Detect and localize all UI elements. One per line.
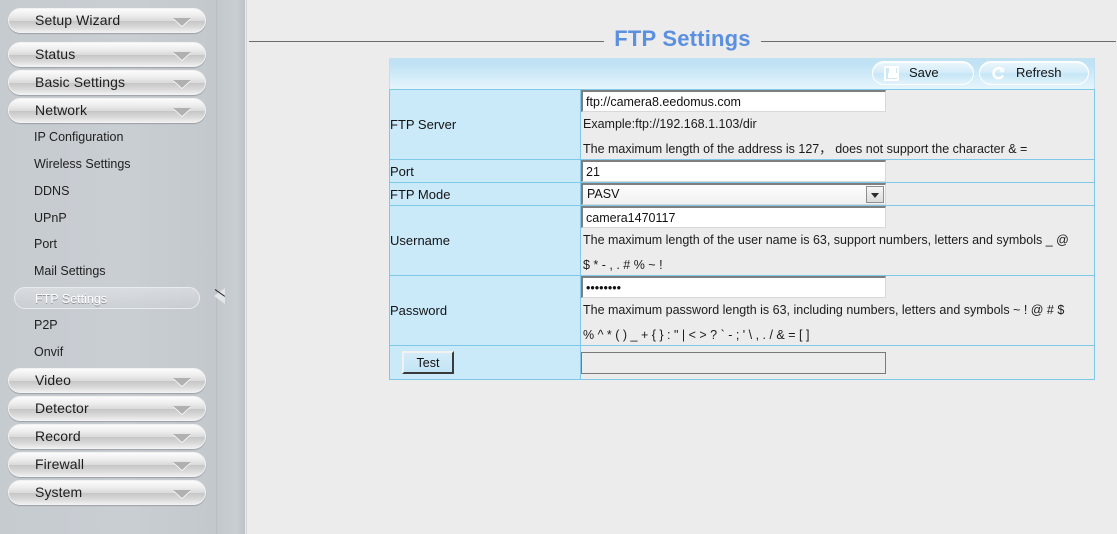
sidebar-item-label: P2P <box>34 318 58 332</box>
save-button-label: Save <box>909 65 939 80</box>
refresh-button-label: Refresh <box>1016 65 1062 80</box>
username-cell: The maximum length of the user name is 6… <box>580 205 1095 276</box>
password-label: Password <box>389 275 581 346</box>
refresh-button[interactable]: Refresh <box>979 61 1089 85</box>
sidebar-group-detector[interactable]: Detector <box>8 396 206 421</box>
ftp-server-hint-example: Example:ftp://192.168.1.103/dir <box>583 117 757 131</box>
port-input[interactable] <box>581 160 886 182</box>
ftp-mode-label: FTP Mode <box>389 182 581 206</box>
sidebar-item-p2p[interactable]: P2P <box>14 314 200 336</box>
save-button[interactable]: Save <box>872 61 974 85</box>
port-label: Port <box>389 159 581 183</box>
sidebar-group-label: System <box>35 484 83 500</box>
password-cell: The maximum password length is 63, inclu… <box>580 275 1095 346</box>
sidebar-item-label: DDNS <box>34 184 70 198</box>
table-row-test: Test <box>389 345 1095 380</box>
sidebar-item-label: Wireless Settings <box>34 157 131 171</box>
sidebar-group-status[interactable]: Status <box>8 42 206 67</box>
sidebar-item-label: Onvif <box>34 345 64 359</box>
ftp-mode-selected-value: PASV <box>587 187 620 201</box>
page-title-area: FTP Settings <box>247 26 1117 56</box>
username-hint-line2: $ * - , . # % ~ ! <box>583 258 663 272</box>
sidebar-item-upnp[interactable]: UPnP <box>14 207 200 229</box>
test-result-cell <box>580 345 1095 380</box>
sidebar-group-label: Status <box>35 46 76 62</box>
sidebar: Setup Wizard Status Basic Settings Netwo… <box>0 0 217 534</box>
ftp-settings-page: Setup Wizard Status Basic Settings Netwo… <box>0 0 1117 534</box>
sidebar-group-label: Record <box>35 428 81 444</box>
username-label: Username <box>389 205 581 276</box>
sidebar-item-ip-configuration[interactable]: IP Configuration <box>14 126 200 148</box>
floppy-disk-icon <box>884 66 899 81</box>
settings-panel: Save Refresh FTP Server ftp://camera8.ee… <box>389 58 1095 380</box>
sidebar-group-label: Setup Wizard <box>35 12 121 28</box>
refresh-arrow-icon <box>990 65 1007 82</box>
sidebar-item-port[interactable]: Port <box>14 233 200 255</box>
table-row-password: Password The maximum password length is … <box>389 275 1095 346</box>
username-input[interactable] <box>581 206 886 228</box>
table-row-port: Port <box>389 159 1095 183</box>
chevron-down-icon <box>173 490 191 498</box>
sidebar-group-label: Video <box>35 372 72 388</box>
sidebar-item-mail-settings[interactable]: Mail Settings <box>14 260 200 282</box>
chevron-down-icon <box>173 108 191 116</box>
test-cell: Test <box>389 345 581 380</box>
port-cell <box>580 159 1095 183</box>
sidebar-group-system[interactable]: System <box>8 480 206 505</box>
chevron-down-icon <box>173 18 191 26</box>
test-result-field[interactable] <box>581 351 886 374</box>
sidebar-group-label: Detector <box>35 400 89 416</box>
password-hint-line1: The maximum password length is 63, inclu… <box>583 303 1065 317</box>
sidebar-group-network[interactable]: Network <box>8 98 206 123</box>
collapse-left-arrow-icon[interactable] <box>212 287 228 305</box>
ftp-server-cell: Example:ftp://192.168.1.103/dir The maxi… <box>580 89 1095 160</box>
chevron-down-icon <box>173 52 191 60</box>
sidebar-item-wireless-settings[interactable]: Wireless Settings <box>14 153 200 175</box>
sidebar-group-label: Firewall <box>35 456 85 472</box>
sidebar-group-label: Basic Settings <box>35 74 126 90</box>
sidebar-group-setup-wizard[interactable]: Setup Wizard <box>8 8 206 33</box>
chevron-down-icon <box>173 406 191 414</box>
password-input[interactable] <box>581 276 886 298</box>
toolbar: Save Refresh <box>389 58 1095 89</box>
username-hint-line1: The maximum length of the user name is 6… <box>583 233 1069 247</box>
sidebar-item-label: UPnP <box>34 211 67 225</box>
sidebar-item-onvif[interactable]: Onvif <box>14 341 200 363</box>
ftp-server-input[interactable] <box>581 90 886 112</box>
chevron-down-icon[interactable] <box>866 186 884 203</box>
sidebar-group-video[interactable]: Video <box>8 368 206 393</box>
sidebar-item-ddns[interactable]: DDNS <box>14 180 200 202</box>
ftp-mode-select[interactable]: PASV <box>581 183 886 205</box>
chevron-down-icon <box>173 462 191 470</box>
sidebar-group-firewall[interactable]: Firewall <box>8 452 206 477</box>
sidebar-group-basic-settings[interactable]: Basic Settings <box>8 70 206 95</box>
sidebar-gutter <box>217 0 245 534</box>
sidebar-item-label: Port <box>34 237 57 251</box>
main-content: FTP Settings Save Refresh FTP Server ftp… <box>246 0 1117 534</box>
page-title: FTP Settings <box>247 26 1117 52</box>
test-button[interactable]: Test <box>402 351 454 374</box>
ftp-server-hint-maxlength: The maximum length of the address is 127… <box>583 142 1028 156</box>
sidebar-item-label: IP Configuration <box>34 130 124 144</box>
sidebar-item-label: Mail Settings <box>34 264 106 278</box>
password-hint-line2: % ^ * ( ) _ + { } : " | < > ? ` - ; ' \ … <box>583 328 810 342</box>
chevron-down-icon <box>173 434 191 442</box>
ftp-mode-cell: PASV <box>580 182 1095 206</box>
chevron-down-icon <box>173 80 191 88</box>
sidebar-group-label: Network <box>35 102 88 118</box>
sidebar-item-label: FTP Settings <box>35 292 108 306</box>
table-row-username: Username The maximum length of the user … <box>389 205 1095 276</box>
ftp-server-label: FTP Server <box>389 89 581 160</box>
sidebar-item-ftp-settings[interactable]: FTP Settings <box>14 287 200 309</box>
chevron-down-icon <box>173 378 191 386</box>
ftp-settings-table: FTP Server Example:ftp://192.168.1.103/d… <box>389 89 1095 380</box>
sidebar-group-record[interactable]: Record <box>8 424 206 449</box>
table-row-ftp-mode: FTP Mode PASV <box>389 182 1095 206</box>
table-row-ftp-server: FTP Server Example:ftp://192.168.1.103/d… <box>389 89 1095 160</box>
